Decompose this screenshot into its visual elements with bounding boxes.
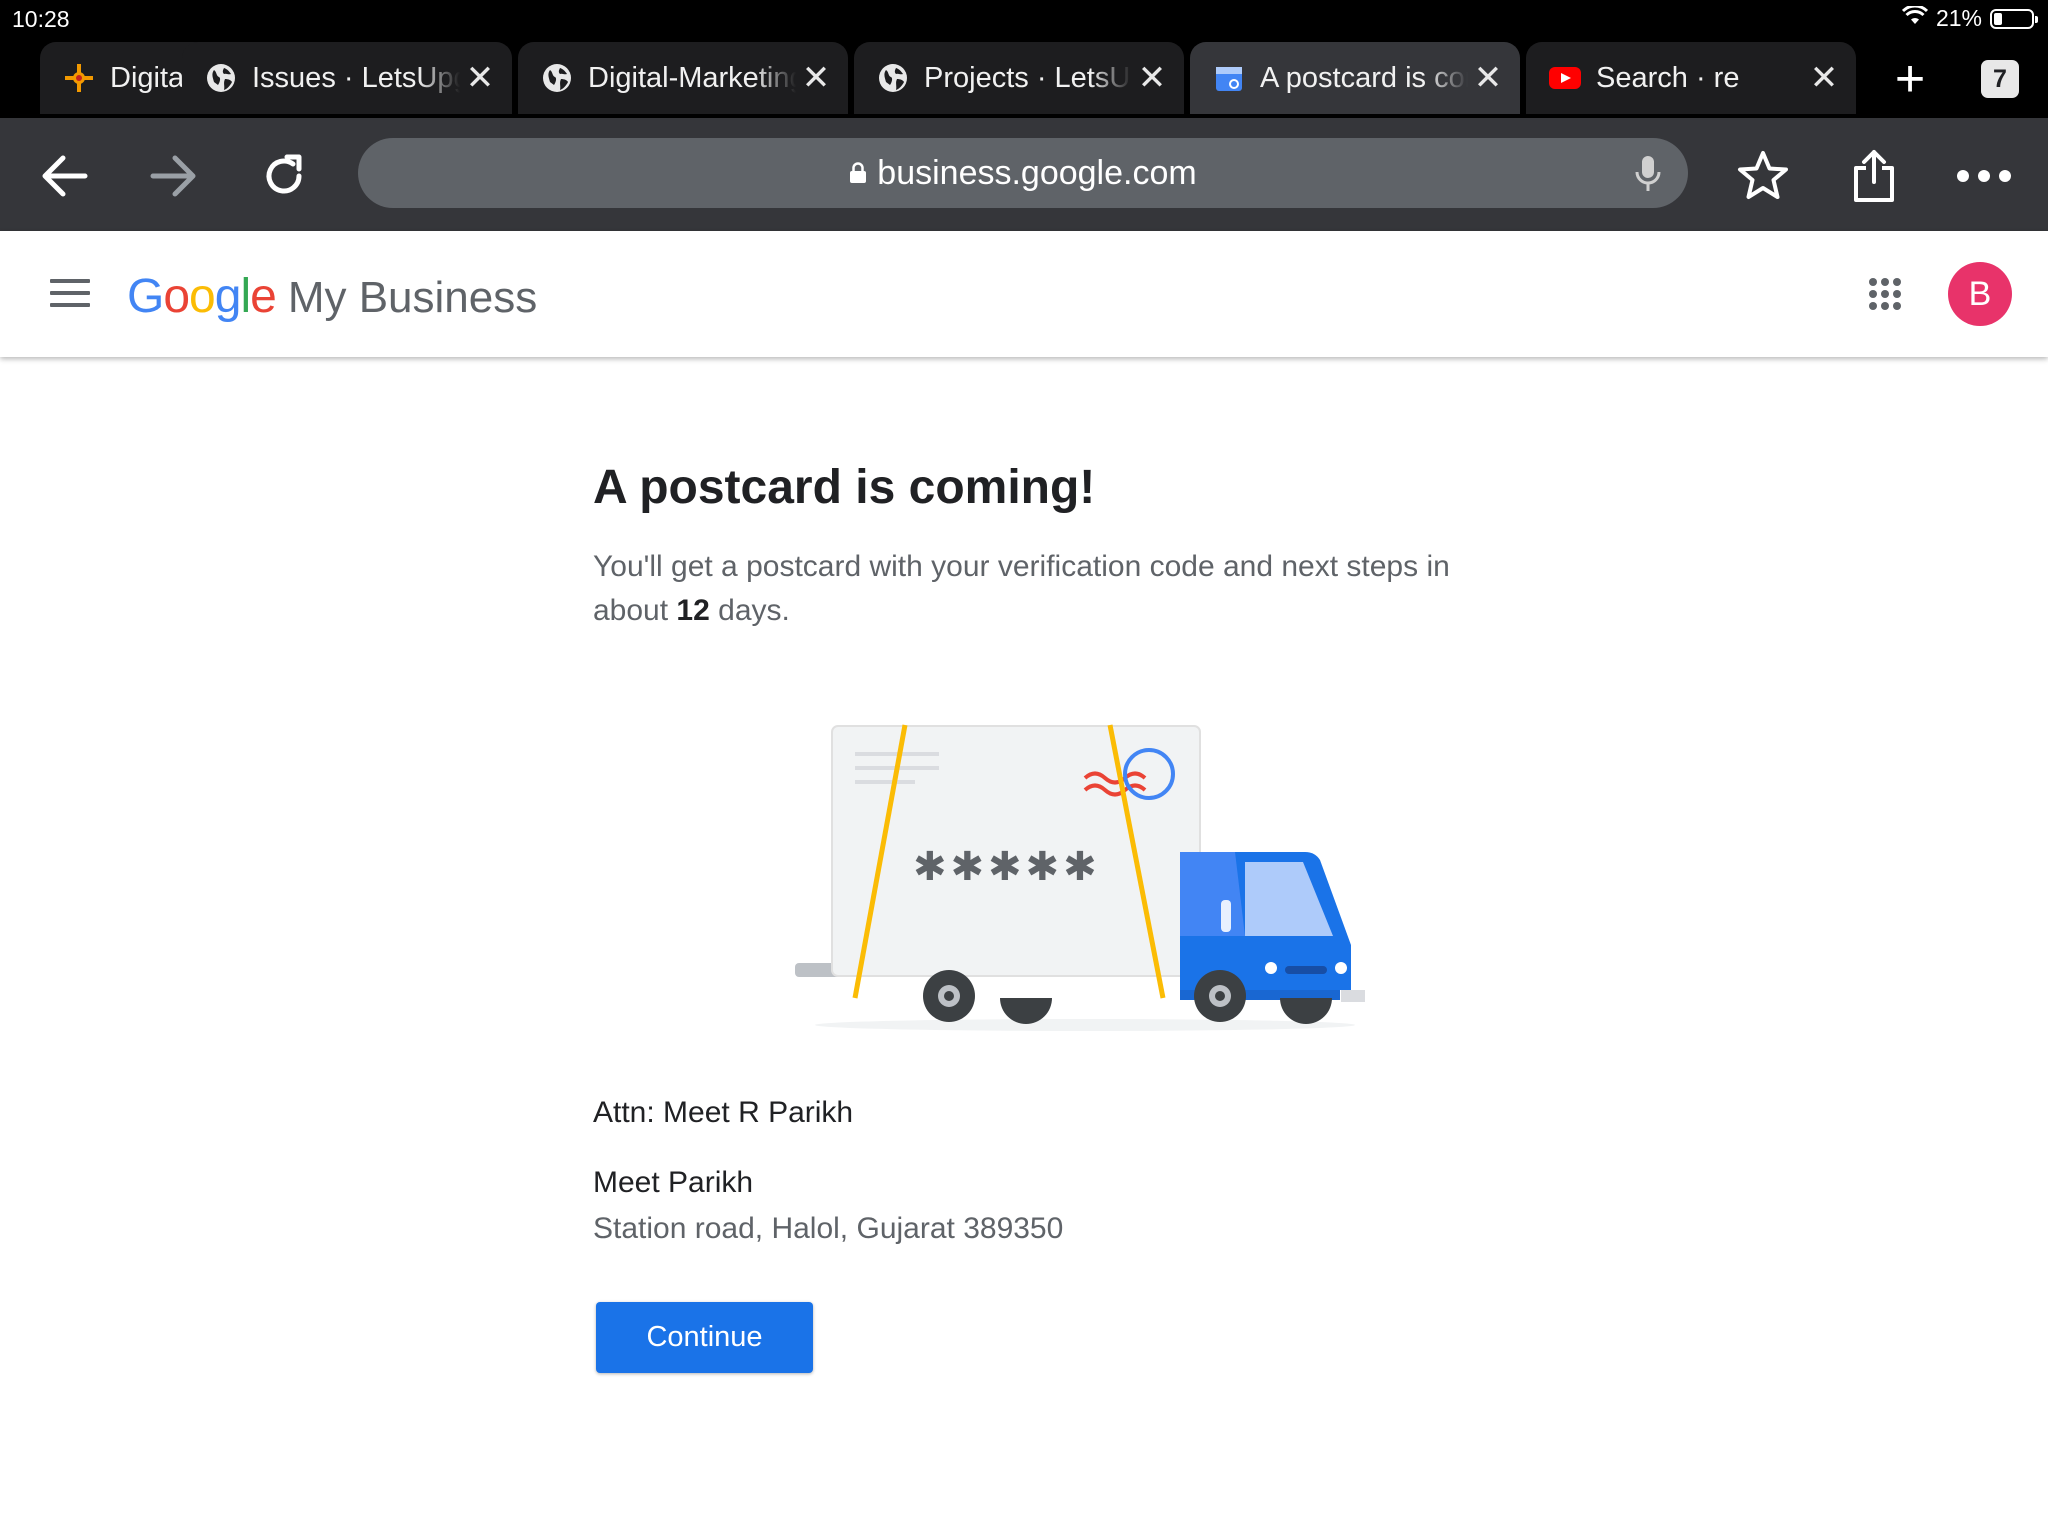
postcard-truck-illustration: ✱✱✱✱✱ <box>785 710 1375 1040</box>
tab-issues[interactable]: Issues · LetsUpgrade ✕ <box>182 42 512 114</box>
address-line: Station road, Halol, Gujarat 389350 <box>593 1212 1064 1245</box>
new-tab-button[interactable]: + <box>1880 50 1940 110</box>
back-arrow-icon <box>42 155 88 197</box>
tab-title: Projects · LetsUpgrade <box>924 61 1132 94</box>
account-avatar[interactable]: B <box>1948 262 2012 326</box>
masked-code: ✱✱✱✱✱ <box>913 844 1101 890</box>
globe-icon <box>876 61 910 95</box>
product-name: My Business <box>287 273 538 322</box>
address-name: Meet Parikh <box>593 1166 754 1199</box>
lock-icon <box>849 162 867 184</box>
back-button[interactable] <box>34 146 94 206</box>
description-text: You'll get a postcard with your verifica… <box>593 550 1450 627</box>
close-tab-icon[interactable]: ✕ <box>460 58 500 98</box>
microphone-icon[interactable] <box>1634 154 1662 203</box>
tab-strip: Digital Marketing Issues · LetsUpgrade ✕… <box>0 40 2048 118</box>
youtube-icon <box>1548 61 1582 95</box>
close-tab-icon[interactable]: ✕ <box>796 58 836 98</box>
close-tab-icon[interactable]: ✕ <box>1804 58 1844 98</box>
tab-title: A postcard is coming! <box>1260 61 1468 94</box>
forward-button[interactable] <box>144 146 204 206</box>
tab-title: Search · re <box>1596 61 1740 94</box>
page-title: A postcard is coming! <box>593 461 1096 514</box>
tab-count-button[interactable]: 7 <box>1981 60 2019 98</box>
more-options-button[interactable] <box>1954 146 2014 206</box>
tab-projects[interactable]: Projects · LetsUpgrade ✕ <box>854 42 1184 114</box>
battery-icon <box>1990 8 2038 29</box>
share-icon <box>1854 150 1894 202</box>
continue-button[interactable]: Continue <box>596 1302 813 1373</box>
main-menu-button[interactable] <box>50 279 90 309</box>
wifi-icon <box>1901 4 1929 32</box>
google-my-business-logo[interactable]: Google My Business <box>127 269 537 324</box>
bookmark-button[interactable] <box>1733 146 1793 206</box>
google-apps-button[interactable] <box>1868 277 1902 316</box>
google-my-business-icon <box>1212 61 1246 95</box>
url-text: business.google.com <box>877 153 1197 192</box>
close-tab-icon[interactable]: ✕ <box>1468 58 1508 98</box>
browser-toolbar: business.google.com <box>0 118 2048 231</box>
globe-icon <box>540 61 574 95</box>
reload-button[interactable] <box>254 146 314 206</box>
tab-postcard-active[interactable]: A postcard is coming! ✕ <box>1190 42 1520 114</box>
tab-title: Digital-Marketing <box>588 61 796 94</box>
tab-title: Issues · LetsUpgrade <box>252 61 460 94</box>
globe-icon <box>204 61 238 95</box>
address-bar[interactable]: business.google.com <box>358 138 1688 208</box>
apps-grid-icon <box>1869 278 1901 310</box>
battery-fill <box>1994 12 2002 25</box>
app-header: Google My Business <box>0 231 2048 357</box>
battery-percent: 21% <box>1935 5 1982 31</box>
share-button[interactable] <box>1844 146 1904 206</box>
forward-arrow-icon <box>150 155 196 197</box>
google-wordmark: Google <box>127 270 277 323</box>
more-horizontal-icon <box>1957 170 2011 182</box>
star-burst-icon <box>62 61 96 95</box>
reload-icon <box>266 154 302 194</box>
attention-line: Attn: Meet R Parikh <box>593 1096 854 1129</box>
status-bar: 10:28 21% <box>0 0 2048 40</box>
verification-panel: A postcard is coming! You'll get a postc… <box>593 460 1513 633</box>
tab-digital-marketing-repo[interactable]: Digital-Marketing ✕ <box>518 42 848 114</box>
tab-youtube-search[interactable]: Search · re ✕ <box>1526 42 1856 114</box>
star-icon <box>1738 151 1788 199</box>
delivery-days: 12 <box>676 594 710 627</box>
status-time: 10:28 <box>12 6 70 32</box>
close-tab-icon[interactable]: ✕ <box>1132 58 1172 98</box>
